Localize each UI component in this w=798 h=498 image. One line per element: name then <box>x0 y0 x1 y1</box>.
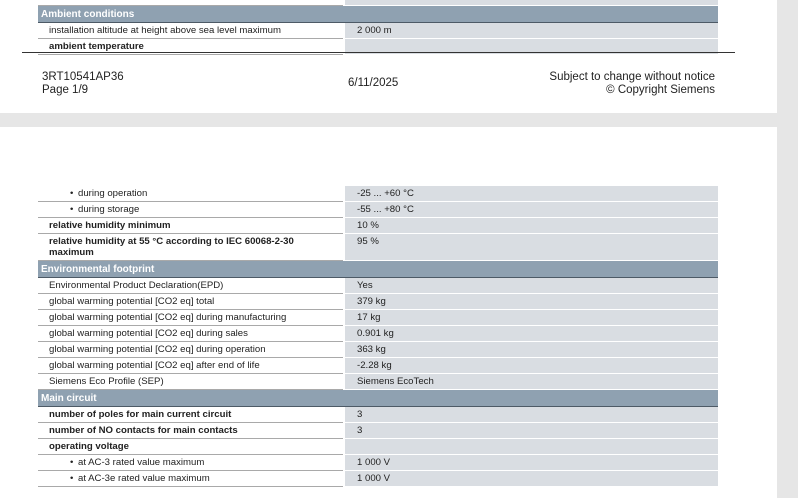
page-number: Page 1/9 <box>42 84 89 96</box>
table-row: global warming potential [CO2 eq] total … <box>38 294 718 310</box>
spec-label: number of NO contacts for main contacts <box>38 423 343 439</box>
spec-label: global warming potential [CO2 eq] during… <box>38 342 343 358</box>
spec-label: global warming potential [CO2 eq] total <box>38 294 343 310</box>
bullet: • <box>70 204 74 215</box>
table-row: number of NO contacts for main contacts … <box>38 423 718 439</box>
spec-label: during storage <box>78 204 140 215</box>
spec-value: 95 % <box>345 234 718 261</box>
table-row: installation altitude at height above se… <box>38 23 718 39</box>
bullet: • <box>70 457 74 468</box>
spec-value: 10 % <box>345 218 718 234</box>
product-code: 3RT10541AP36 <box>42 71 124 83</box>
spec-label: during operation <box>78 188 148 199</box>
table-row <box>38 0 718 6</box>
bullet: • <box>70 473 74 484</box>
table-row: • at AC-3 rated value maximum 1 000 V <box>38 455 718 471</box>
spec-value: -25 ... +60 °C <box>345 186 718 202</box>
spec-table-page-2: • during operation -25 ... +60 °C • during… <box>38 186 718 487</box>
table-row: • during operation -25 ... +60 °C <box>38 186 718 202</box>
spec-label: Environmental Product Declaration(EPD) <box>38 278 343 294</box>
table-row: global warming potential [CO2 eq] during… <box>38 310 718 326</box>
spec-label: relative humidity at 55 °C according to … <box>38 234 343 261</box>
spec-table-page-1: Ambient conditions installation altitude… <box>38 0 718 55</box>
spec-value: 3 <box>345 423 718 439</box>
footer-divider <box>22 52 735 53</box>
spec-label: number of poles for main current circuit <box>38 407 343 423</box>
table-row: Environmental Product Declaration(EPD) Y… <box>38 278 718 294</box>
table-row: global warming potential [CO2 eq] during… <box>38 342 718 358</box>
spec-value: 1 000 V <box>345 471 718 487</box>
table-row: relative humidity minimum 10 % <box>38 218 718 234</box>
spec-value: Yes <box>345 278 718 294</box>
spec-value: 17 kg <box>345 310 718 326</box>
table-row: number of poles for main current circuit… <box>38 407 718 423</box>
spec-label: at AC-3 rated value maximum <box>78 457 205 468</box>
section-header-ambient-conditions: Ambient conditions <box>38 6 718 23</box>
table-row: global warming potential [CO2 eq] after … <box>38 358 718 374</box>
table-row: global warming potential [CO2 eq] during… <box>38 326 718 342</box>
spec-value <box>345 439 718 455</box>
table-row: Siemens Eco Profile (SEP) Siemens EcoTec… <box>38 374 718 390</box>
section-header-main-circuit: Main circuit <box>38 390 718 407</box>
spec-label: global warming potential [CO2 eq] during… <box>38 310 343 326</box>
spec-label: operating voltage <box>38 439 343 455</box>
spec-value: Siemens EcoTech <box>345 374 718 390</box>
table-row: • at AC-3e rated value maximum 1 000 V <box>38 471 718 487</box>
datasheet-page-2: • during operation -25 ... +60 °C • during… <box>0 127 777 498</box>
change-notice: Subject to change without notice <box>549 71 715 83</box>
table-row: relative humidity at 55 °C according to … <box>38 234 718 261</box>
spec-value: -2.28 kg <box>345 358 718 374</box>
spec-value: 0.901 kg <box>345 326 718 342</box>
footer-right: Subject to change without notice © Copyr… <box>549 71 715 97</box>
datasheet-page-1: Ambient conditions installation altitude… <box>0 0 777 113</box>
spec-value: 3 <box>345 407 718 423</box>
table-row: operating voltage <box>38 439 718 455</box>
spec-label: installation altitude at height above se… <box>38 23 343 39</box>
spec-label: global warming potential [CO2 eq] after … <box>38 358 343 374</box>
spec-label: relative humidity minimum <box>38 218 343 234</box>
spec-value: 379 kg <box>345 294 718 310</box>
spec-value: 1 000 V <box>345 455 718 471</box>
table-row: • during storage -55 ... +80 °C <box>38 202 718 218</box>
spec-value: 2 000 m <box>345 23 718 39</box>
spec-label: global warming potential [CO2 eq] during… <box>38 326 343 342</box>
footer-date: 6/11/2025 <box>348 77 399 89</box>
copyright: © Copyright Siemens <box>606 84 715 96</box>
spec-value: -55 ... +80 °C <box>345 202 718 218</box>
spec-label: Siemens Eco Profile (SEP) <box>38 374 343 390</box>
bullet: • <box>70 188 74 199</box>
section-header-environmental-footprint: Environmental footprint <box>38 261 718 278</box>
spec-value: 363 kg <box>345 342 718 358</box>
footer-left: 3RT10541AP36 Page 1/9 <box>42 71 124 97</box>
spec-label: at AC-3e rated value maximum <box>78 473 210 484</box>
